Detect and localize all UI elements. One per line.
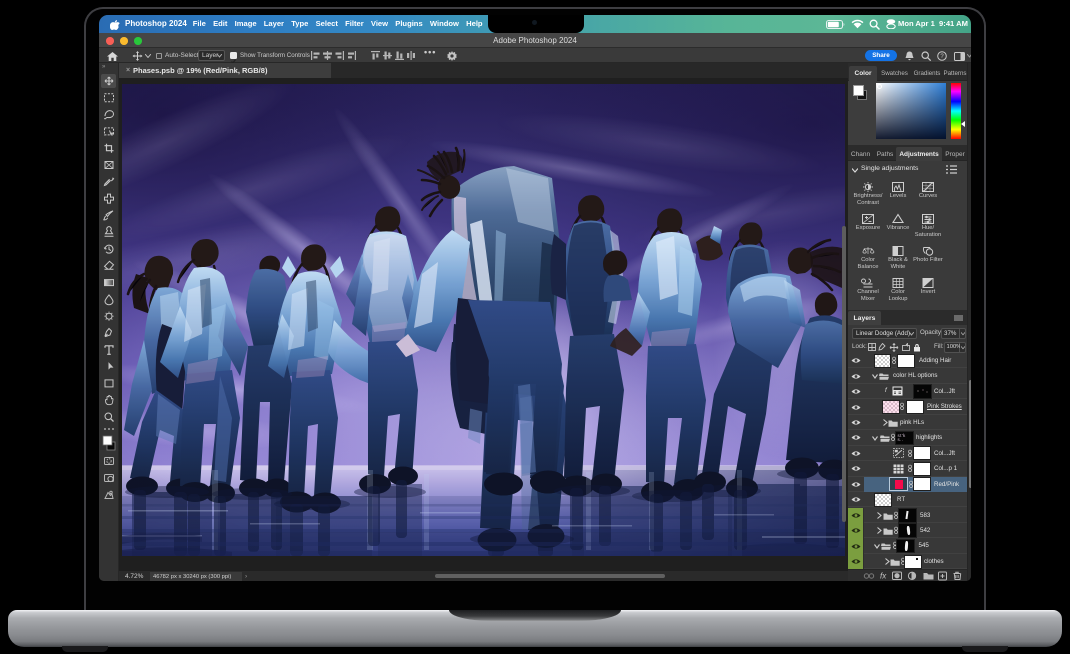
- svg-text:fx: fx: [880, 572, 887, 581]
- svg-text:?: ?: [940, 54, 944, 60]
